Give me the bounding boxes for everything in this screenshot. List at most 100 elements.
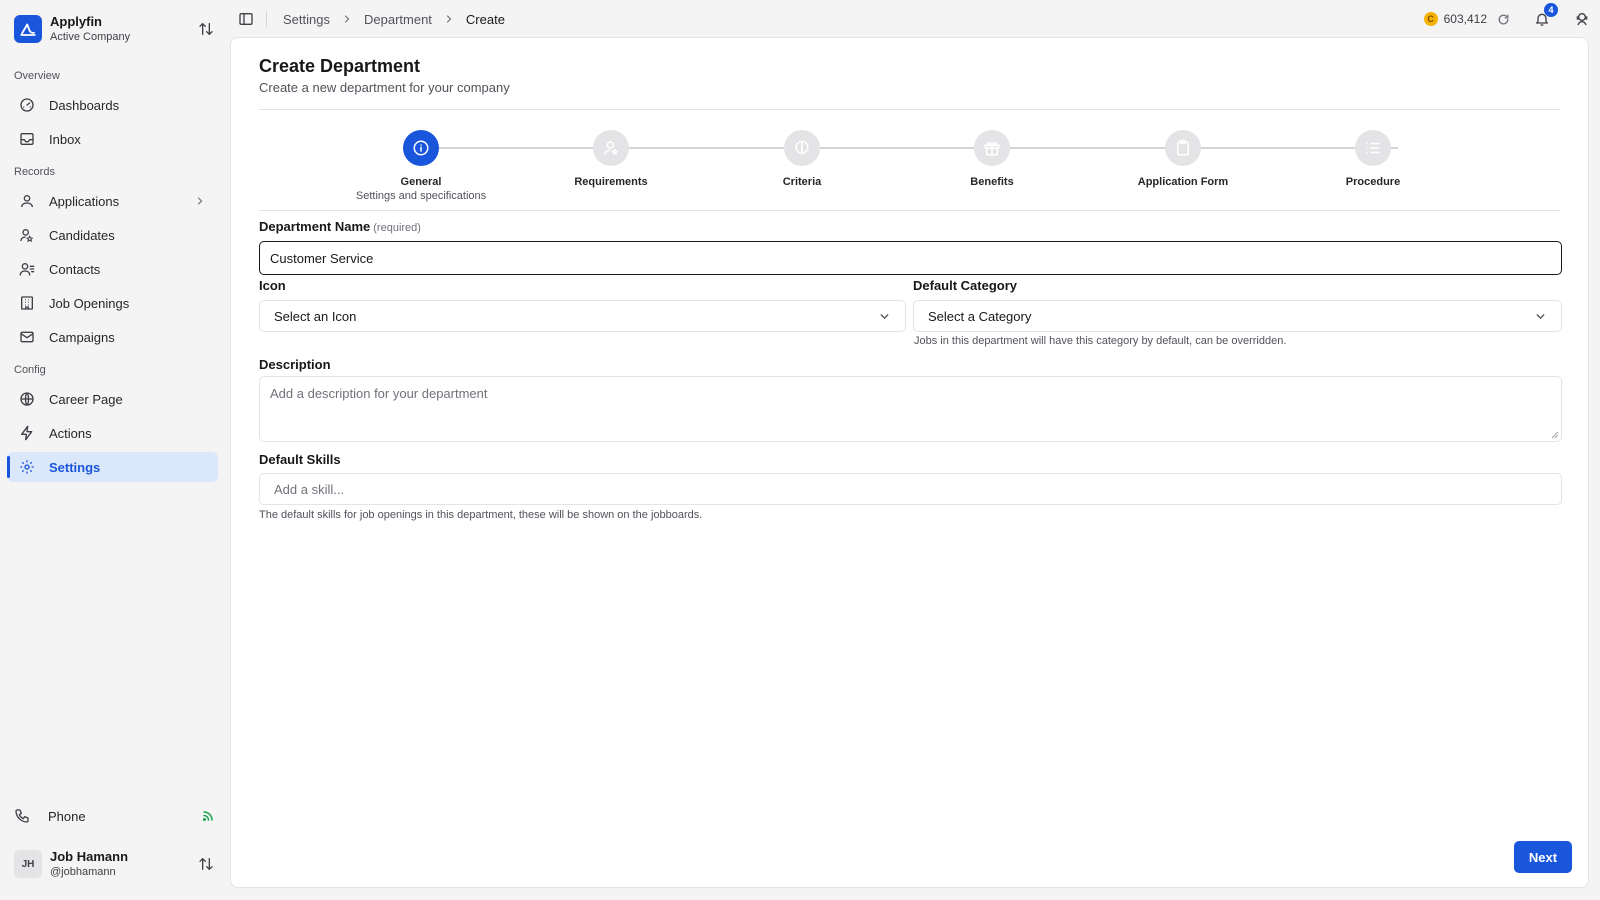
refresh-icon[interactable]	[1497, 13, 1510, 26]
department-name-input[interactable]: Customer Service	[259, 241, 1562, 275]
step-label: Criteria	[782, 176, 822, 188]
chevron-down-icon	[878, 310, 891, 323]
step-sublabel: Settings and specifications	[355, 190, 487, 202]
credits-balance: 603,412	[1443, 12, 1487, 26]
step-criteria[interactable]: Criteria	[707, 130, 897, 189]
category-helper-text: Jobs in this department will have this c…	[914, 335, 1287, 347]
user-icon	[19, 193, 35, 209]
user-menu[interactable]: JH Job Hamann @jobhamann	[0, 838, 228, 890]
sidebar-toggle-icon[interactable]	[238, 11, 254, 27]
description-textarea[interactable]: Add a description for your department	[259, 376, 1562, 442]
step-label: General	[400, 176, 442, 188]
org-switcher[interactable]: Applyfin Active Company	[0, 0, 228, 58]
switch-arrows-icon[interactable]	[198, 21, 214, 37]
chevron-right-icon	[341, 13, 353, 25]
next-button[interactable]: Next	[1514, 841, 1572, 873]
sidebar-item-label: Job Openings	[49, 295, 130, 311]
sidebar-item-label: Applications	[49, 193, 120, 209]
sidebar-item-label: Inbox	[49, 131, 81, 147]
category-select-value: Select a Category	[928, 308, 1032, 324]
step-label: Procedure	[1345, 176, 1401, 188]
sidebar-item-label: Dashboards	[49, 97, 120, 113]
step-label: Benefits	[970, 176, 1014, 188]
sidebar-item-candidates[interactable]: Candidates	[7, 220, 218, 250]
chevron-right-icon	[194, 195, 206, 207]
sidebar-item-inbox[interactable]: Inbox	[7, 124, 218, 154]
sidebar-item-actions[interactable]: Actions	[7, 418, 218, 448]
sidebar-item-applications[interactable]: Applications	[7, 186, 218, 216]
breadcrumb-settings[interactable]: Settings	[283, 12, 330, 27]
main-content: Create Department Create a new departmen…	[230, 37, 1589, 888]
skills-input[interactable]: Add a skill...	[259, 473, 1562, 505]
org-name: Applyfin	[50, 14, 102, 29]
department-name-label: Department Name (required)	[259, 219, 421, 234]
description-label: Description	[259, 357, 331, 372]
sidebar-item-dashboards[interactable]: Dashboards	[7, 90, 218, 120]
breadcrumb: Settings Department Create	[283, 12, 505, 27]
department-name-value: Customer Service	[270, 250, 374, 266]
page-subtitle: Create a new department for your company	[259, 80, 510, 95]
sidebar-item-job-openings[interactable]: Job Openings	[7, 288, 218, 318]
sidebar-item-label: Candidates	[49, 227, 115, 243]
default-category-select[interactable]: Select a Category	[913, 300, 1562, 332]
sidebar-item-label: Campaigns	[49, 329, 115, 345]
sidebar-item-settings[interactable]: Settings	[7, 452, 218, 482]
phone-label: Phone	[48, 808, 86, 824]
breadcrumb-create: Create	[465, 11, 505, 27]
icon-select[interactable]: Select an Icon	[259, 300, 906, 332]
info-icon	[403, 130, 439, 166]
icon-select-value: Select an Icon	[274, 308, 357, 324]
gear-icon	[19, 459, 35, 475]
user-star-icon	[593, 130, 629, 166]
phone-icon	[14, 808, 30, 824]
resize-handle-icon[interactable]	[1551, 431, 1559, 439]
sidebar-item-label: Actions	[49, 425, 92, 441]
candidate-icon	[19, 227, 35, 243]
support-agent-icon[interactable]	[1574, 11, 1590, 27]
user-name: Job Hamann	[50, 849, 129, 864]
default-category-label: Default Category	[913, 278, 1018, 293]
inbox-icon	[19, 131, 35, 147]
step-application-form[interactable]: Application Form	[1088, 130, 1278, 189]
switch-arrows-icon[interactable]	[198, 856, 214, 872]
icon-label: Icon	[259, 278, 286, 293]
notification-badge: 4	[1544, 3, 1558, 17]
breadcrumb-department[interactable]: Department	[364, 12, 432, 27]
department-name-label-text: Department Name	[259, 219, 371, 234]
notifications-button[interactable]: 4	[1534, 3, 1558, 27]
sidebar-item-career-page[interactable]: Career Page	[7, 384, 218, 414]
nav-group-records: Records	[14, 166, 55, 178]
chevron-right-icon	[443, 13, 455, 25]
page-title: Create Department	[259, 56, 421, 76]
gift-icon	[974, 130, 1010, 166]
sidebar-item-campaigns[interactable]: Campaigns	[7, 322, 218, 352]
nav-group-overview: Overview	[14, 70, 60, 82]
sidebar-item-contacts[interactable]: Contacts	[7, 254, 218, 284]
sidebar-item-label: Contacts	[49, 261, 101, 277]
step-label: Application Form	[1137, 176, 1229, 188]
clipboard-icon	[1165, 130, 1201, 166]
topbar: Settings Department Create C 603,412 4	[228, 0, 1600, 38]
step-requirements[interactable]: Requirements	[516, 130, 706, 189]
skills-placeholder: Add a skill...	[274, 481, 345, 497]
gauge-icon	[19, 97, 35, 113]
step-general[interactable]: General Settings and specifications	[326, 130, 516, 203]
required-hint: (required)	[373, 222, 421, 234]
mail-icon	[19, 329, 35, 345]
chevron-down-icon	[1534, 310, 1547, 323]
sidebar-item-label: Career Page	[49, 391, 123, 407]
default-skills-label: Default Skills	[259, 452, 341, 467]
sidebar: Applyfin Active Company Overview Dashboa…	[0, 0, 228, 900]
divider	[266, 11, 267, 27]
skills-helper-text: The default skills for job openings in t…	[259, 509, 703, 521]
globe-icon	[19, 391, 35, 407]
coin-icon: C	[1423, 12, 1438, 26]
building-icon	[19, 295, 35, 311]
step-benefits[interactable]: Benefits	[897, 130, 1087, 189]
description-placeholder: Add a description for your department	[270, 386, 488, 401]
applyfin-logo-icon	[14, 15, 42, 43]
step-label: Requirements	[574, 176, 648, 188]
phone-status[interactable]: Phone	[0, 800, 228, 832]
user-handle: @jobhamann	[50, 866, 116, 878]
step-procedure[interactable]: Procedure	[1278, 130, 1468, 189]
